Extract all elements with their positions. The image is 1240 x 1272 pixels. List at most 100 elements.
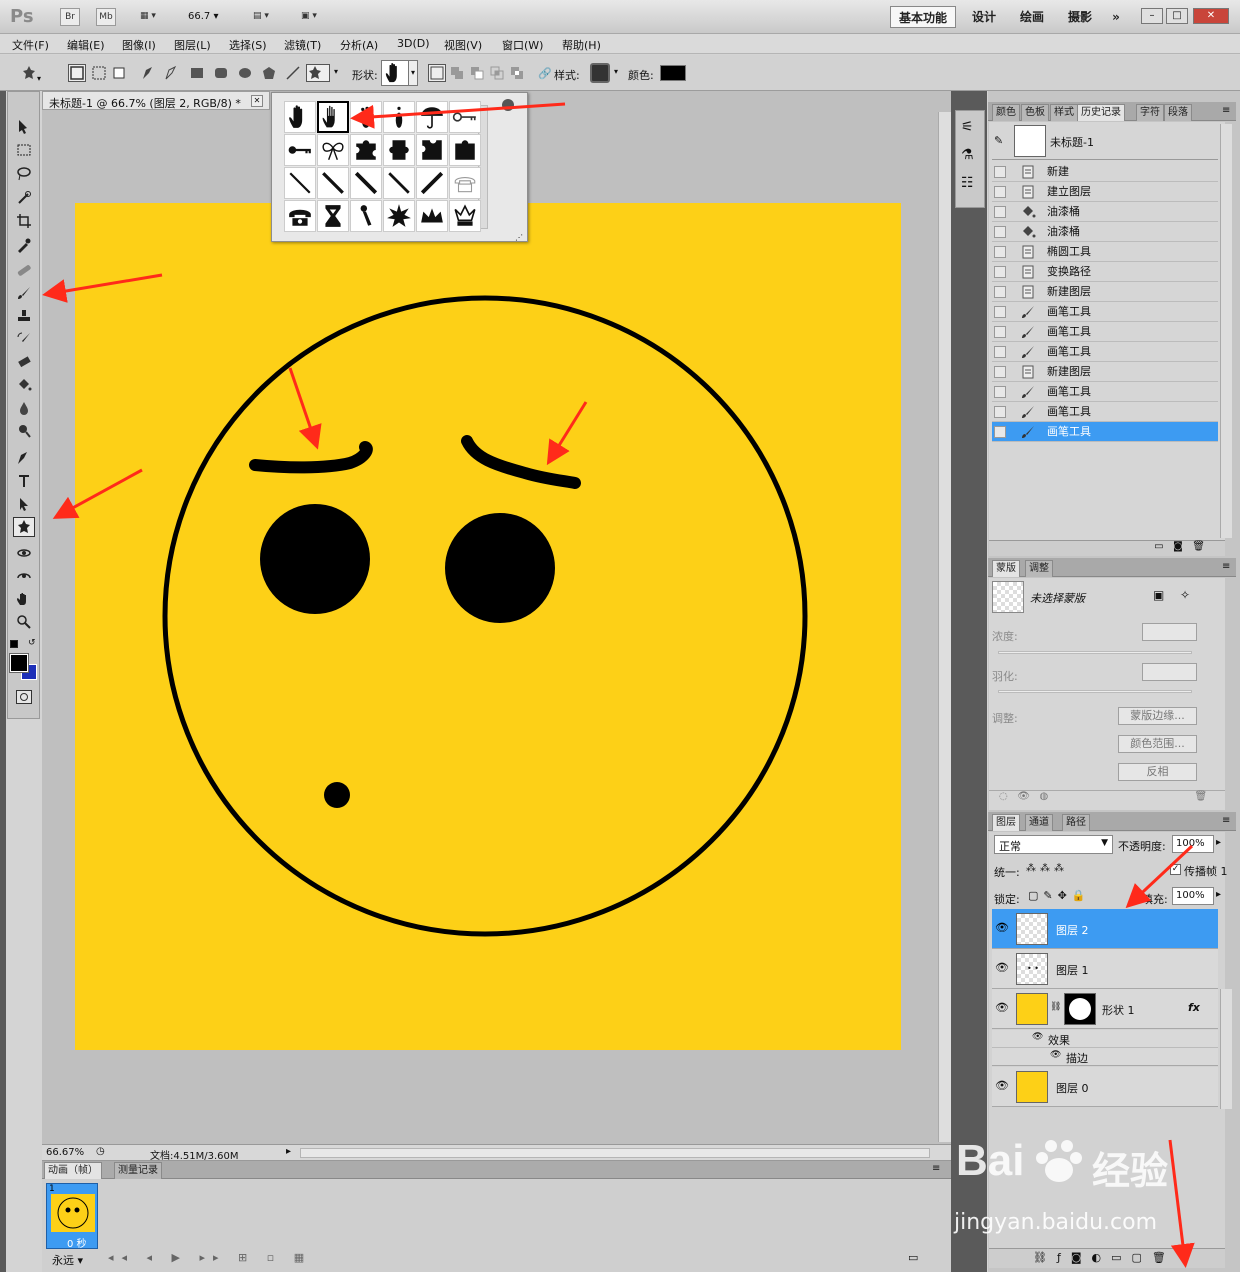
vector-mask-icon[interactable]: ✧ xyxy=(1180,588,1190,602)
shape-pencil-1[interactable] xyxy=(284,167,316,199)
style-swatch[interactable] xyxy=(590,63,610,83)
pen-tool[interactable] xyxy=(13,448,35,468)
history-checkbox[interactable] xyxy=(994,266,1006,278)
canvas[interactable] xyxy=(75,203,901,1050)
quick-select-tool[interactable] xyxy=(13,188,35,208)
workspace-essentials[interactable]: 基本功能 xyxy=(890,6,956,28)
history-brush-tool[interactable] xyxy=(13,329,35,349)
tab-layers[interactable]: 图层 xyxy=(992,814,1020,831)
screen-mode-menu[interactable]: ▣ ▾ xyxy=(292,8,326,26)
history-checkbox[interactable] xyxy=(994,366,1006,378)
layer-row-layer2[interactable]: 👁 图层 2 xyxy=(992,909,1218,949)
tab-color[interactable]: 颜色 xyxy=(992,104,1020,121)
fill-slider-arrow[interactable]: ▸ xyxy=(1216,889,1221,900)
shape-telephone-outline[interactable] xyxy=(449,167,481,199)
fx-icon[interactable]: fx xyxy=(1188,1001,1200,1014)
subtract-shape-mode[interactable] xyxy=(468,64,486,82)
picker-menu-icon[interactable] xyxy=(502,99,514,111)
maximize-button[interactable]: □ xyxy=(1166,8,1188,24)
stroke-effect-row[interactable]: 👁 描边 xyxy=(992,1048,1218,1066)
exclude-shape-mode[interactable] xyxy=(508,64,526,82)
menu-edit[interactable]: 编辑(E) xyxy=(67,37,105,53)
shape-pencil-2[interactable] xyxy=(317,167,349,199)
history-checkbox[interactable] xyxy=(994,246,1006,258)
convert-timeline-icon[interactable]: ▭ xyxy=(908,1251,918,1264)
move-tool[interactable] xyxy=(13,116,35,136)
custom-shape-tool[interactable] xyxy=(13,517,35,537)
crop-tool[interactable] xyxy=(13,211,35,231)
visibility-eye-icon[interactable]: 👁 xyxy=(995,1001,1009,1015)
workspace-photography[interactable]: 摄影 xyxy=(1060,6,1100,28)
layer-row-shape1[interactable]: 👁 ⛓ 形状 1 fx xyxy=(992,989,1218,1029)
history-item[interactable]: 画笔工具 xyxy=(992,342,1218,362)
status-icon[interactable]: ◷ xyxy=(96,1146,105,1157)
tab-history[interactable]: 历史记录 xyxy=(1077,104,1125,121)
shape-pencil-4[interactable] xyxy=(383,167,415,199)
zoom-level[interactable]: 66.7 ▾ xyxy=(188,11,218,22)
history-footer-icons[interactable]: ▭ ◙ 🗑 xyxy=(1154,541,1205,552)
history-checkbox[interactable] xyxy=(994,346,1006,358)
path-select-tool[interactable] xyxy=(13,494,35,514)
quick-mask-button[interactable] xyxy=(16,690,32,704)
tab-animation[interactable]: 动画（帧） xyxy=(44,1162,102,1179)
history-checkbox[interactable] xyxy=(994,326,1006,338)
foreground-color-swatch[interactable] xyxy=(9,653,29,673)
menu-analysis[interactable]: 分析(A) xyxy=(340,37,378,53)
history-checkbox[interactable] xyxy=(994,166,1006,178)
picker-resize-grip[interactable]: ⋰ xyxy=(515,233,523,242)
blur-tool[interactable] xyxy=(13,398,35,418)
minimize-button[interactable]: – xyxy=(1141,8,1163,24)
shape-starburst[interactable] xyxy=(383,200,415,232)
layers-footer-icons[interactable]: ⛓ƒ◙◐▭▢🗑 xyxy=(1033,1251,1176,1264)
lock-icons[interactable]: ▢✎✥🔒 xyxy=(1028,889,1091,902)
density-input[interactable] xyxy=(1142,623,1197,641)
feather-input[interactable] xyxy=(1142,663,1197,681)
paths-mode[interactable] xyxy=(90,64,108,82)
tab-masks[interactable]: 蒙版 xyxy=(992,560,1020,577)
tab-styles[interactable]: 样式 xyxy=(1050,104,1078,121)
eyedropper-tool[interactable] xyxy=(13,235,35,255)
geometry-options-arrow[interactable]: ▾ xyxy=(334,67,338,76)
extras-menu[interactable]: ▦ ▾ xyxy=(130,8,166,26)
layers-panel-menu-icon[interactable]: ≡ xyxy=(1222,815,1230,826)
animation-frame-1[interactable]: 1 0 秒 xyxy=(46,1183,98,1250)
zoom-tool[interactable] xyxy=(13,612,35,632)
invert-button[interactable]: 反相 xyxy=(1118,763,1197,781)
history-item[interactable]: 画笔工具 xyxy=(992,402,1218,422)
menu-select[interactable]: 选择(S) xyxy=(229,37,267,53)
shape-key-2[interactable] xyxy=(284,134,316,166)
chain-link-icon[interactable]: ⛓ xyxy=(1050,1002,1061,1012)
history-item[interactable]: 画笔工具 xyxy=(992,382,1218,402)
menu-file[interactable]: 文件(F) xyxy=(12,37,49,53)
document-tab[interactable]: 未标题-1 @ 66.7% (图层 2, RGB/8) * xyxy=(42,91,270,110)
unify-icons[interactable]: ⁂⁂⁂ xyxy=(1026,863,1068,874)
history-checkbox[interactable] xyxy=(994,306,1006,318)
history-item[interactable]: 新建图层 xyxy=(992,362,1218,382)
layer-row-layer1[interactable]: 👁 • • 图层 1 xyxy=(992,949,1218,989)
rectangle-option[interactable] xyxy=(188,64,206,82)
history-checkbox[interactable] xyxy=(994,286,1006,298)
density-slider[interactable] xyxy=(998,651,1192,654)
color-range-button[interactable]: 颜色范围... xyxy=(1118,735,1197,753)
hand-tool[interactable] xyxy=(13,589,35,609)
effects-eye-icon[interactable]: 👁 xyxy=(1032,1032,1043,1042)
actions-panel-icon[interactable]: ☷ xyxy=(961,175,974,191)
tab-paths[interactable]: 路径 xyxy=(1062,814,1090,831)
stroke-eye-icon[interactable]: 👁 xyxy=(1050,1050,1061,1060)
menu-view[interactable]: 视图(V) xyxy=(444,37,482,53)
tab-swatches[interactable]: 色板 xyxy=(1021,104,1049,121)
adjustments-panel-icon[interactable]: ⚟ xyxy=(961,119,974,135)
shape-hand-2[interactable] xyxy=(317,101,349,133)
history-item[interactable]: 新建图层 xyxy=(992,282,1218,302)
add-shape-mode[interactable] xyxy=(448,64,466,82)
history-checkbox[interactable] xyxy=(994,406,1006,418)
shape-crown[interactable] xyxy=(416,200,448,232)
history-item[interactable]: 画笔工具 xyxy=(992,422,1218,442)
history-panel-menu-icon[interactable]: ≡ xyxy=(1222,105,1230,116)
pen-tool-option[interactable] xyxy=(140,64,158,82)
history-item[interactable]: 画笔工具 xyxy=(992,322,1218,342)
history-checkbox[interactable] xyxy=(994,186,1006,198)
line-option[interactable] xyxy=(284,64,302,82)
fill-pixels-mode[interactable] xyxy=(110,64,128,82)
dodge-tool[interactable] xyxy=(13,421,35,441)
